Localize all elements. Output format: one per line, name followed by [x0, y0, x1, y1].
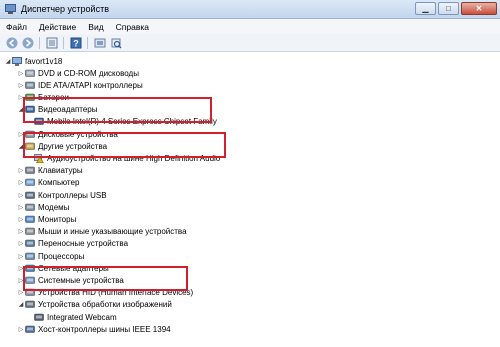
- properties-button[interactable]: [45, 36, 58, 49]
- tree-item-label: Модемы: [38, 202, 70, 212]
- webcam-icon: [34, 313, 44, 321]
- tree-category-item[interactable]: ▷ Мыши и иные указывающие устройства: [17, 226, 187, 238]
- scan-hardware-button[interactable]: [109, 36, 122, 49]
- tree-item-label: DVD и CD-ROM дисководы: [38, 68, 139, 78]
- highlight-imaging-devices: [23, 266, 188, 291]
- monitor-icon: [25, 215, 35, 223]
- tree-category-item[interactable]: ▷ Мониторы: [17, 213, 77, 225]
- forward-button[interactable]: [21, 36, 34, 49]
- help-icon: ?: [70, 37, 81, 48]
- window-title: Диспетчер устройств: [21, 4, 109, 14]
- toolbar: ?: [0, 34, 500, 52]
- menu-bar: Файл Действие Вид Справка: [0, 19, 500, 34]
- tree-item-label: Мыши и иные указывающие устройства: [38, 227, 187, 237]
- collapse-arrow-icon[interactable]: ◢: [17, 301, 25, 308]
- close-button[interactable]: ✕: [461, 2, 497, 15]
- mouse-icon: [25, 227, 35, 235]
- tree-item-label: Устройства обработки изображений: [38, 300, 172, 310]
- menu-view[interactable]: Вид: [82, 22, 109, 32]
- show-hidden-icon: [94, 38, 105, 47]
- tree-item-label: Компьютер: [38, 178, 80, 188]
- expand-arrow-icon[interactable]: ▷: [17, 70, 25, 77]
- expand-arrow-icon[interactable]: ▷: [17, 326, 25, 333]
- scan-icon: [111, 38, 121, 48]
- tree-category-item[interactable]: ▷ Контроллеры USB: [17, 189, 107, 201]
- expand-arrow-icon[interactable]: ▷: [17, 228, 25, 235]
- tree-item-label: Контроллеры USB: [38, 190, 107, 200]
- menu-help[interactable]: Справка: [110, 22, 155, 32]
- tree-item-label: Клавиатуры: [38, 166, 83, 176]
- tree-item-label: Процессоры: [38, 251, 85, 261]
- tree-root-label: favort1v18: [25, 56, 63, 66]
- tree-category-item[interactable]: ▷ Хост-контроллеры шины IEEE 1394: [17, 323, 171, 335]
- tree-root[interactable]: ◢ favort1v18: [4, 55, 62, 67]
- tree-category-item[interactable]: ◢ Устройства обработки изображений: [17, 299, 172, 311]
- back-icon: [6, 37, 17, 48]
- expand-arrow-icon[interactable]: ▷: [17, 167, 25, 174]
- tree-category-item[interactable]: ▷ Компьютер: [17, 177, 80, 189]
- minimize-icon: ▁: [422, 4, 429, 13]
- back-button[interactable]: [5, 36, 18, 49]
- maximize-button[interactable]: □: [438, 2, 459, 15]
- collapse-arrow-icon[interactable]: ◢: [4, 58, 12, 65]
- tree-category-item[interactable]: ▷ Переносные устройства: [17, 238, 128, 250]
- forward-icon: [22, 37, 33, 48]
- highlight-display-adapters: [23, 97, 212, 123]
- ide-controller-icon: [25, 81, 35, 89]
- dvd-icon: [25, 69, 35, 77]
- expand-arrow-icon[interactable]: ▷: [17, 192, 25, 199]
- tree-category-item[interactable]: ▷ DVD и CD-ROM дисководы: [17, 67, 139, 79]
- portable-device-icon: [25, 239, 35, 248]
- toolbar-separator: [39, 36, 40, 49]
- svg-text:?: ?: [73, 38, 79, 48]
- menu-file[interactable]: Файл: [0, 22, 33, 32]
- expand-arrow-icon[interactable]: ▷: [17, 179, 25, 186]
- tree-child-item[interactable]: Integrated Webcam: [26, 311, 117, 323]
- expand-arrow-icon[interactable]: ▷: [17, 240, 25, 247]
- computer-icon: [25, 178, 35, 187]
- usb-icon: [25, 191, 35, 199]
- maximize-icon: □: [446, 4, 451, 13]
- show-hidden-button[interactable]: [93, 36, 106, 49]
- tree-item-label: Хост-контроллеры шины IEEE 1394: [38, 324, 171, 334]
- expand-arrow-icon[interactable]: ▷: [17, 204, 25, 211]
- help-button[interactable]: ?: [69, 36, 82, 49]
- tree-category-item[interactable]: ▷ Клавиатуры: [17, 165, 83, 177]
- modem-icon: [25, 203, 35, 211]
- ieee1394-icon: [25, 325, 35, 333]
- computer-icon: [12, 56, 22, 66]
- expand-arrow-icon[interactable]: ▷: [17, 82, 25, 89]
- highlight-other-devices: [23, 132, 226, 158]
- processor-icon: [25, 252, 35, 260]
- expand-arrow-icon[interactable]: ▷: [17, 216, 25, 223]
- tree-item-label: Переносные устройства: [38, 239, 129, 249]
- minimize-button[interactable]: ▁: [415, 2, 436, 15]
- tree-category-item[interactable]: ▷ Модемы: [17, 201, 70, 213]
- imaging-device-icon: [25, 300, 35, 309]
- tree-item-label: Мониторы: [38, 214, 77, 224]
- menu-action[interactable]: Действие: [33, 22, 82, 32]
- close-icon: ✕: [475, 4, 483, 13]
- tree-item-label: Integrated Webcam: [47, 312, 117, 322]
- tree-item-label: IDE ATA/ATAPI контроллеры: [38, 80, 143, 90]
- device-manager-icon: [5, 4, 16, 14]
- properties-icon: [46, 37, 57, 48]
- toolbar-separator: [63, 36, 64, 49]
- toolbar-separator: [87, 36, 88, 49]
- expand-arrow-icon[interactable]: ▷: [17, 253, 25, 260]
- keyboard-icon: [25, 166, 35, 174]
- title-bar: Диспетчер устройств ▁ □ ✕: [0, 0, 500, 19]
- tree-category-item[interactable]: ▷ Процессоры: [17, 250, 85, 262]
- tree-category-item[interactable]: ▷ IDE ATA/ATAPI контроллеры: [17, 79, 143, 91]
